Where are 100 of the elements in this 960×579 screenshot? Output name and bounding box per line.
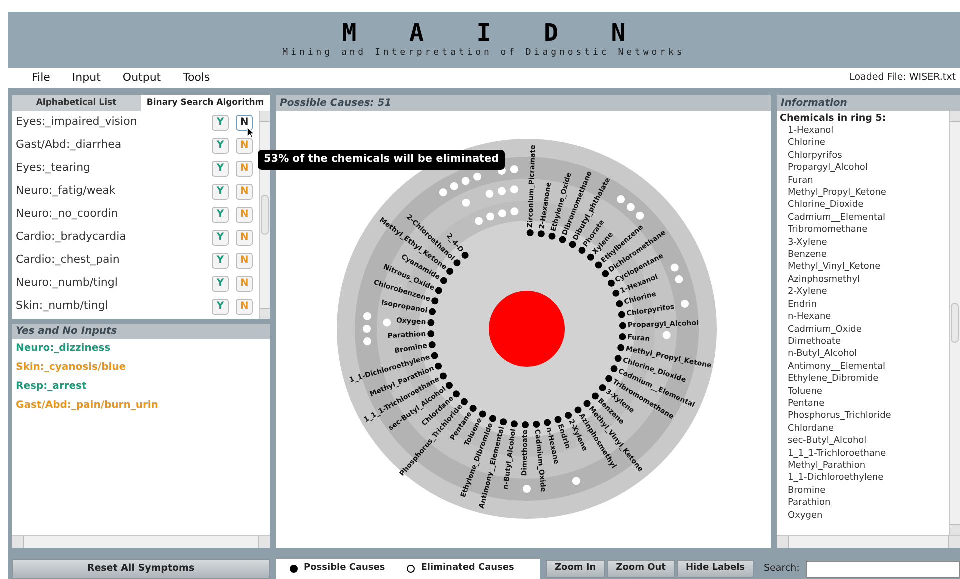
cause-dot[interactable] xyxy=(595,262,602,269)
no-button[interactable]: N xyxy=(236,138,253,154)
cause-dot[interactable] xyxy=(440,277,448,284)
cause-dot[interactable] xyxy=(616,300,624,308)
no-button[interactable]: N xyxy=(236,276,253,292)
eliminated-cause-dot[interactable] xyxy=(450,182,458,190)
yes-button[interactable]: Y xyxy=(212,184,229,200)
eliminated-cause-dot[interactable] xyxy=(636,212,644,220)
eliminated-cause-dot[interactable] xyxy=(475,217,483,226)
cause-dot[interactable] xyxy=(461,398,468,406)
eliminated-cause-dot[interactable] xyxy=(364,338,372,346)
cause-dot[interactable] xyxy=(431,352,438,360)
cause-dot[interactable] xyxy=(612,290,620,297)
toolbar-button[interactable]: Zoom Out xyxy=(607,560,675,578)
cause-dot[interactable] xyxy=(599,384,606,392)
cause-dot[interactable] xyxy=(565,412,572,420)
cause-dot[interactable] xyxy=(446,382,453,390)
menu-item[interactable]: File xyxy=(32,70,50,86)
eliminated-cause-dot[interactable] xyxy=(626,203,635,212)
cause-dot[interactable] xyxy=(526,230,534,237)
cause-dot[interactable] xyxy=(522,422,530,428)
scrollbar[interactable] xyxy=(12,535,270,548)
cause-dot[interactable] xyxy=(429,308,436,316)
no-button[interactable]: N xyxy=(236,230,253,246)
menu-item[interactable]: Output xyxy=(122,70,162,86)
cause-dot[interactable] xyxy=(569,241,576,248)
no-button[interactable]: N xyxy=(236,298,253,314)
yes-button[interactable]: Y xyxy=(212,298,229,314)
toolbar-button[interactable]: Zoom In xyxy=(546,560,606,578)
cause-dot[interactable] xyxy=(470,405,477,412)
cause-dot[interactable] xyxy=(490,415,496,422)
eliminated-cause-dot[interactable] xyxy=(681,300,690,308)
cause-dot[interactable] xyxy=(462,252,469,259)
eliminated-cause-dot[interactable] xyxy=(498,210,506,218)
cause-dot[interactable] xyxy=(592,392,599,400)
cause-dot[interactable] xyxy=(610,366,618,372)
cause-dot[interactable] xyxy=(578,246,586,254)
eliminated-cause-dot[interactable] xyxy=(462,198,470,207)
no-button[interactable]: N xyxy=(236,184,253,200)
eliminated-cause-dot[interactable] xyxy=(486,190,494,198)
cause-dot[interactable] xyxy=(500,418,508,426)
tab[interactable]: Binary Search Algorithm xyxy=(141,95,270,111)
no-button[interactable]: N xyxy=(236,114,253,130)
eliminated-cause-dot[interactable] xyxy=(383,318,392,327)
cause-dot[interactable] xyxy=(435,362,442,370)
eliminated-cause-dot[interactable] xyxy=(363,325,371,333)
cause-dot[interactable] xyxy=(559,236,566,244)
eliminated-cause-dot[interactable] xyxy=(462,177,470,186)
cause-dot[interactable] xyxy=(440,372,447,380)
eliminated-cause-dot[interactable] xyxy=(523,485,531,493)
eliminated-cause-dot[interactable] xyxy=(510,166,518,174)
cause-dot[interactable] xyxy=(544,419,552,426)
cause-dot[interactable] xyxy=(618,344,625,352)
cause-dot[interactable] xyxy=(435,287,442,294)
cause-dot[interactable] xyxy=(432,298,439,305)
cause-dot[interactable] xyxy=(428,330,435,338)
scrollbar[interactable] xyxy=(777,535,960,548)
menu-item[interactable]: Input xyxy=(72,70,101,86)
eliminated-cause-dot[interactable] xyxy=(474,172,482,181)
cause-dot[interactable] xyxy=(446,268,454,276)
cause-dot[interactable] xyxy=(587,254,594,261)
eliminated-cause-dot[interactable] xyxy=(662,331,671,340)
search-field[interactable] xyxy=(806,560,960,578)
yes-button[interactable]: Y xyxy=(212,252,229,268)
yes-button[interactable]: Y xyxy=(212,114,229,130)
cause-dot[interactable] xyxy=(548,232,556,240)
cause-dot[interactable] xyxy=(428,319,435,326)
yes-button[interactable]: Y xyxy=(212,276,229,292)
cause-dot[interactable] xyxy=(602,270,610,278)
cause-dot[interactable] xyxy=(608,280,615,287)
eliminated-cause-dot[interactable] xyxy=(510,208,519,216)
scrollbar[interactable] xyxy=(949,111,960,535)
yes-button[interactable]: Y xyxy=(212,206,229,222)
eliminated-cause-dot[interactable] xyxy=(498,187,506,196)
cause-dot[interactable] xyxy=(453,390,460,398)
eliminated-cause-dot[interactable] xyxy=(670,264,679,272)
cause-dot[interactable] xyxy=(428,342,436,349)
yes-button[interactable]: Y xyxy=(212,160,229,176)
eliminated-cause-dot[interactable] xyxy=(617,196,626,204)
cause-dot[interactable] xyxy=(454,260,461,267)
cause-dot[interactable] xyxy=(574,406,582,414)
menu-item[interactable]: Tools xyxy=(183,70,210,86)
cause-dot[interactable] xyxy=(554,416,562,424)
yes-button[interactable]: Y xyxy=(212,230,229,246)
cause-dot[interactable] xyxy=(619,322,626,330)
cause-dot[interactable] xyxy=(619,333,626,340)
eliminated-cause-dot[interactable] xyxy=(364,312,372,320)
no-button[interactable]: N xyxy=(236,206,253,222)
cause-dot[interactable] xyxy=(618,311,626,318)
cause-dot[interactable] xyxy=(614,355,622,362)
no-button[interactable]: N xyxy=(236,252,253,268)
cause-dot[interactable] xyxy=(584,400,591,408)
cause-dot[interactable] xyxy=(510,420,518,428)
cause-dot[interactable] xyxy=(606,375,613,382)
eliminated-cause-dot[interactable] xyxy=(510,186,518,194)
reset-button[interactable]: Reset All Symptoms xyxy=(12,559,270,579)
eliminated-cause-dot[interactable] xyxy=(439,188,448,197)
toolbar-button[interactable]: Hide Labels xyxy=(676,560,754,578)
eliminated-cause-dot[interactable] xyxy=(675,276,684,284)
cause-dot[interactable] xyxy=(538,230,545,238)
